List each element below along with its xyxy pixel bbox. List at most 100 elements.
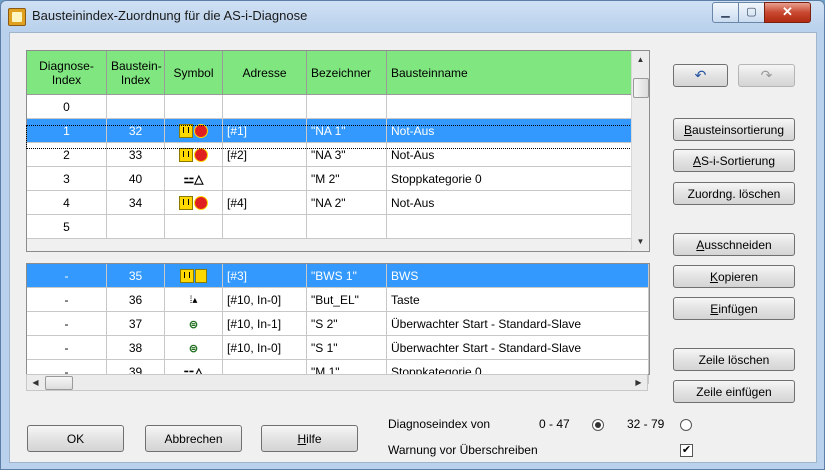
ok-button[interactable]: OK bbox=[27, 425, 124, 452]
cell-bausteinname[interactable]: Not-Aus bbox=[386, 118, 632, 143]
redo-button[interactable]: ↷ bbox=[738, 64, 795, 87]
zeile-loeschen-button[interactable]: Zeile löschen bbox=[673, 348, 795, 371]
scroll-left-arrow-icon[interactable]: ◀ bbox=[27, 375, 44, 390]
col-header-symbol[interactable]: Symbol bbox=[164, 50, 223, 95]
cell-bausteinname[interactable]: Taste bbox=[386, 287, 649, 312]
cell-bezeichner[interactable]: "NA 3" bbox=[306, 142, 387, 167]
table-row[interactable]: -37 ⊜ [#10, In-1] "S 2" Überwachter Start - … bbox=[26, 311, 649, 336]
cell-symbol[interactable] bbox=[164, 142, 223, 167]
hilfe-button[interactable]: Hilfe bbox=[261, 425, 358, 452]
cell-baustein-index[interactable]: 32 bbox=[106, 118, 165, 143]
cell-bausteinname[interactable] bbox=[386, 214, 632, 239]
zuordnung-loeschen-button[interactable]: Zuordng. löschen bbox=[673, 182, 795, 205]
cell-baustein-index[interactable] bbox=[106, 94, 165, 119]
table-row[interactable]: 3 40 ⚍△ "M 2" Stoppkategorie 0 bbox=[26, 166, 649, 191]
cell-baustein-index[interactable]: 35 bbox=[106, 263, 165, 288]
table-row[interactable]: 2 33 [#2] "NA 3" Not-Aus bbox=[26, 142, 649, 167]
cell-symbol[interactable]: ⊜ bbox=[164, 335, 223, 360]
horizontal-scrollbar[interactable]: ◀ ▶ bbox=[26, 374, 648, 391]
cell-bausteinname[interactable]: Überwachter Start - Standard-Slave bbox=[386, 335, 649, 360]
cell-symbol[interactable] bbox=[164, 190, 223, 215]
cell-baustein-index[interactable]: 40 bbox=[106, 166, 165, 191]
cell-diagnose-index[interactable]: 0 bbox=[26, 94, 107, 119]
col-header-diagnose-index[interactable]: Diagnose- Index bbox=[26, 50, 107, 95]
range-b-radio[interactable] bbox=[680, 419, 692, 431]
cell-adresse[interactable] bbox=[222, 94, 307, 119]
cell-baustein-index[interactable]: 37 bbox=[106, 311, 165, 336]
cell-bausteinname[interactable]: Not-Aus bbox=[386, 142, 632, 167]
cell-baustein-index[interactable]: 38 bbox=[106, 335, 165, 360]
cell-baustein-index[interactable]: 34 bbox=[106, 190, 165, 215]
scroll-down-arrow-icon[interactable]: ▼ bbox=[632, 233, 649, 250]
cell-bausteinname[interactable] bbox=[386, 94, 632, 119]
einfuegen-button[interactable]: Einfügen bbox=[673, 297, 795, 320]
table-row[interactable]: 4 34 [#4] "NA 2" Not-Aus bbox=[26, 190, 649, 215]
cell-bausteinname[interactable]: Überwachter Start - Standard-Slave bbox=[386, 311, 649, 336]
cell-baustein-index[interactable]: 36 bbox=[106, 287, 165, 312]
cell-diagnose-index[interactable]: 1 bbox=[26, 118, 107, 143]
cell-diagnose-index[interactable]: 3 bbox=[26, 166, 107, 191]
table-row[interactable]: -35 [#3] "BWS 1" BWS bbox=[26, 263, 649, 288]
scroll-right-arrow-icon[interactable]: ▶ bbox=[630, 375, 647, 390]
cell-bausteinname[interactable]: Stoppkategorie 0 bbox=[386, 166, 632, 191]
cell-adresse[interactable]: [#10, In-0] bbox=[222, 335, 307, 360]
col-header-bausteinname[interactable]: Bausteinname bbox=[386, 50, 632, 95]
bausteinsortierung-button[interactable]: Bausteinsortierung bbox=[673, 118, 795, 141]
cell-baustein-index[interactable]: 33 bbox=[106, 142, 165, 167]
table-row[interactable]: 0 bbox=[26, 94, 649, 119]
scroll-up-arrow-icon[interactable]: ▲ bbox=[632, 51, 649, 68]
cell-adresse[interactable]: [#4] bbox=[222, 190, 307, 215]
table-row[interactable]: -36 ⁞▴ [#10, In-0] "But_EL" Taste bbox=[26, 287, 649, 312]
cell-symbol[interactable] bbox=[164, 263, 223, 288]
cell-symbol[interactable] bbox=[164, 118, 223, 143]
cell-diagnose-index[interactable]: - bbox=[26, 287, 107, 312]
cell-diagnose-index[interactable]: - bbox=[26, 311, 107, 336]
table-row[interactable]: -38 ⊜ [#10, In-0] "S 1" Überwachter Start - … bbox=[26, 335, 649, 360]
col-header-adresse[interactable]: Adresse bbox=[222, 50, 307, 95]
title-bar[interactable]: Bausteinindex-Zuordnung für die AS-i-Dia… bbox=[1, 1, 824, 31]
cell-adresse[interactable]: [#2] bbox=[222, 142, 307, 167]
cell-bezeichner[interactable] bbox=[306, 94, 387, 119]
col-header-baustein-index[interactable]: Baustein- Index bbox=[106, 50, 165, 95]
cell-bezeichner[interactable]: "S 1" bbox=[306, 335, 387, 360]
warn-checkbox[interactable]: ✔ bbox=[680, 444, 693, 457]
cell-bausteinname[interactable]: BWS bbox=[386, 263, 649, 288]
cell-diagnose-index[interactable]: 2 bbox=[26, 142, 107, 167]
maximize-button[interactable]: ▢ bbox=[738, 2, 765, 23]
cell-symbol[interactable] bbox=[164, 214, 223, 239]
cell-bezeichner[interactable] bbox=[306, 214, 387, 239]
ausschneiden-button[interactable]: Ausschneiden bbox=[673, 233, 795, 256]
col-header-bezeichner[interactable]: Bezeichner bbox=[306, 50, 387, 95]
cell-symbol[interactable]: ⊜ bbox=[164, 311, 223, 336]
cell-symbol[interactable]: ⁞▴ bbox=[164, 287, 223, 312]
cell-symbol[interactable] bbox=[164, 94, 223, 119]
asi-sortierung-button[interactable]: AS-i-Sortierung bbox=[673, 149, 795, 172]
cell-symbol[interactable]: ⚍△ bbox=[164, 166, 223, 191]
range-a-radio[interactable] bbox=[592, 419, 604, 431]
cell-adresse[interactable]: [#3] bbox=[222, 263, 307, 288]
kopieren-button[interactable]: Kopieren bbox=[673, 265, 795, 288]
hscroll-thumb[interactable] bbox=[45, 376, 73, 390]
cell-bezeichner[interactable]: "NA 1" bbox=[306, 118, 387, 143]
cell-bausteinname[interactable]: Not-Aus bbox=[386, 190, 632, 215]
cell-bezeichner[interactable]: "But_EL" bbox=[306, 287, 387, 312]
close-button[interactable]: ✕ bbox=[764, 2, 811, 23]
cell-adresse[interactable] bbox=[222, 214, 307, 239]
cell-diagnose-index[interactable]: - bbox=[26, 335, 107, 360]
cell-diagnose-index[interactable]: 5 bbox=[26, 214, 107, 239]
zeile-einfuegen-button[interactable]: Zeile einfügen bbox=[673, 380, 795, 403]
cell-adresse[interactable]: [#10, In-1] bbox=[222, 311, 307, 336]
cell-adresse[interactable] bbox=[222, 166, 307, 191]
cell-diagnose-index[interactable]: 4 bbox=[26, 190, 107, 215]
cell-adresse[interactable]: [#10, In-0] bbox=[222, 287, 307, 312]
table-row[interactable]: 1 32 [#1] "NA 1" Not-Aus bbox=[26, 118, 649, 143]
cell-bezeichner[interactable]: "M 2" bbox=[306, 166, 387, 191]
undo-button[interactable]: ↶ bbox=[673, 64, 728, 87]
cell-adresse[interactable]: [#1] bbox=[222, 118, 307, 143]
minimize-button[interactable]: ▁ bbox=[712, 2, 739, 23]
cell-bezeichner[interactable]: "S 2" bbox=[306, 311, 387, 336]
abbrechen-button[interactable]: Abbrechen bbox=[145, 425, 242, 452]
cell-bezeichner[interactable]: "BWS 1" bbox=[306, 263, 387, 288]
cell-baustein-index[interactable] bbox=[106, 214, 165, 239]
vertical-scrollbar[interactable]: ▲ ▼ bbox=[631, 51, 649, 250]
